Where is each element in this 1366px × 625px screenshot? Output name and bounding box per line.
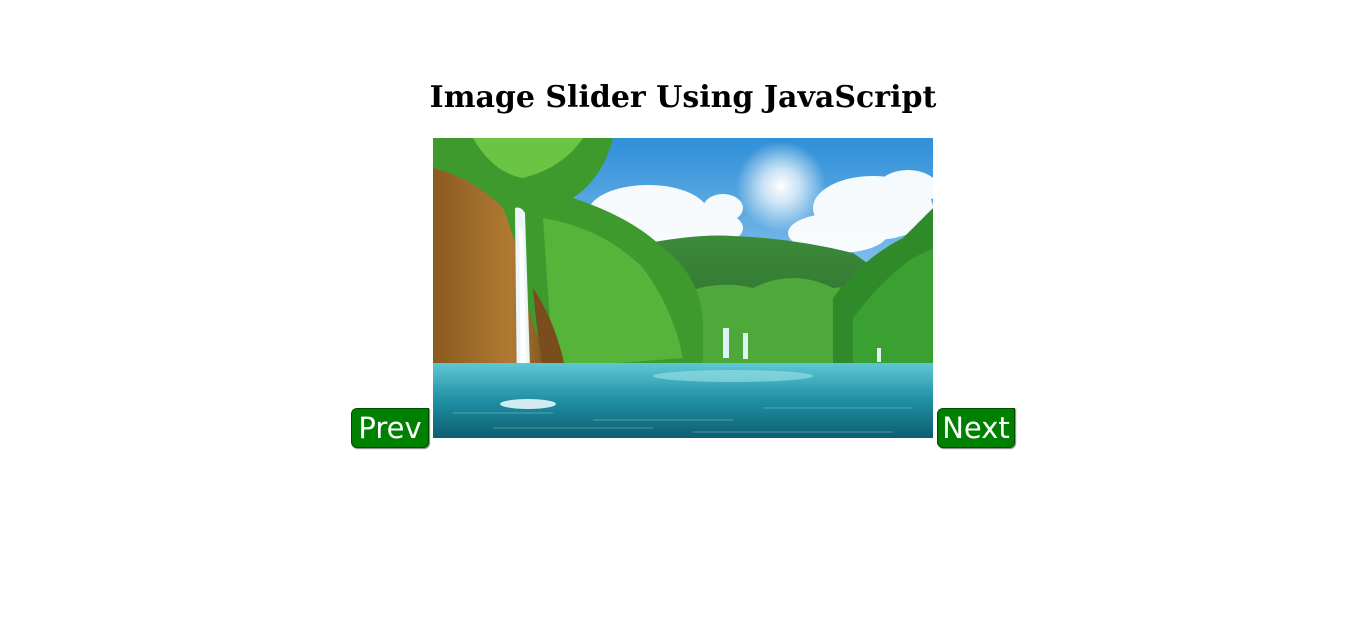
prev-button[interactable]: Prev xyxy=(351,408,429,448)
slide-image xyxy=(433,138,933,438)
image-slider: Prev Next xyxy=(351,138,1015,448)
page: Image Slider Using JavaScript Prev Next xyxy=(0,0,1366,625)
page-title: Image Slider Using JavaScript xyxy=(429,80,937,115)
next-button[interactable]: Next xyxy=(937,408,1015,448)
